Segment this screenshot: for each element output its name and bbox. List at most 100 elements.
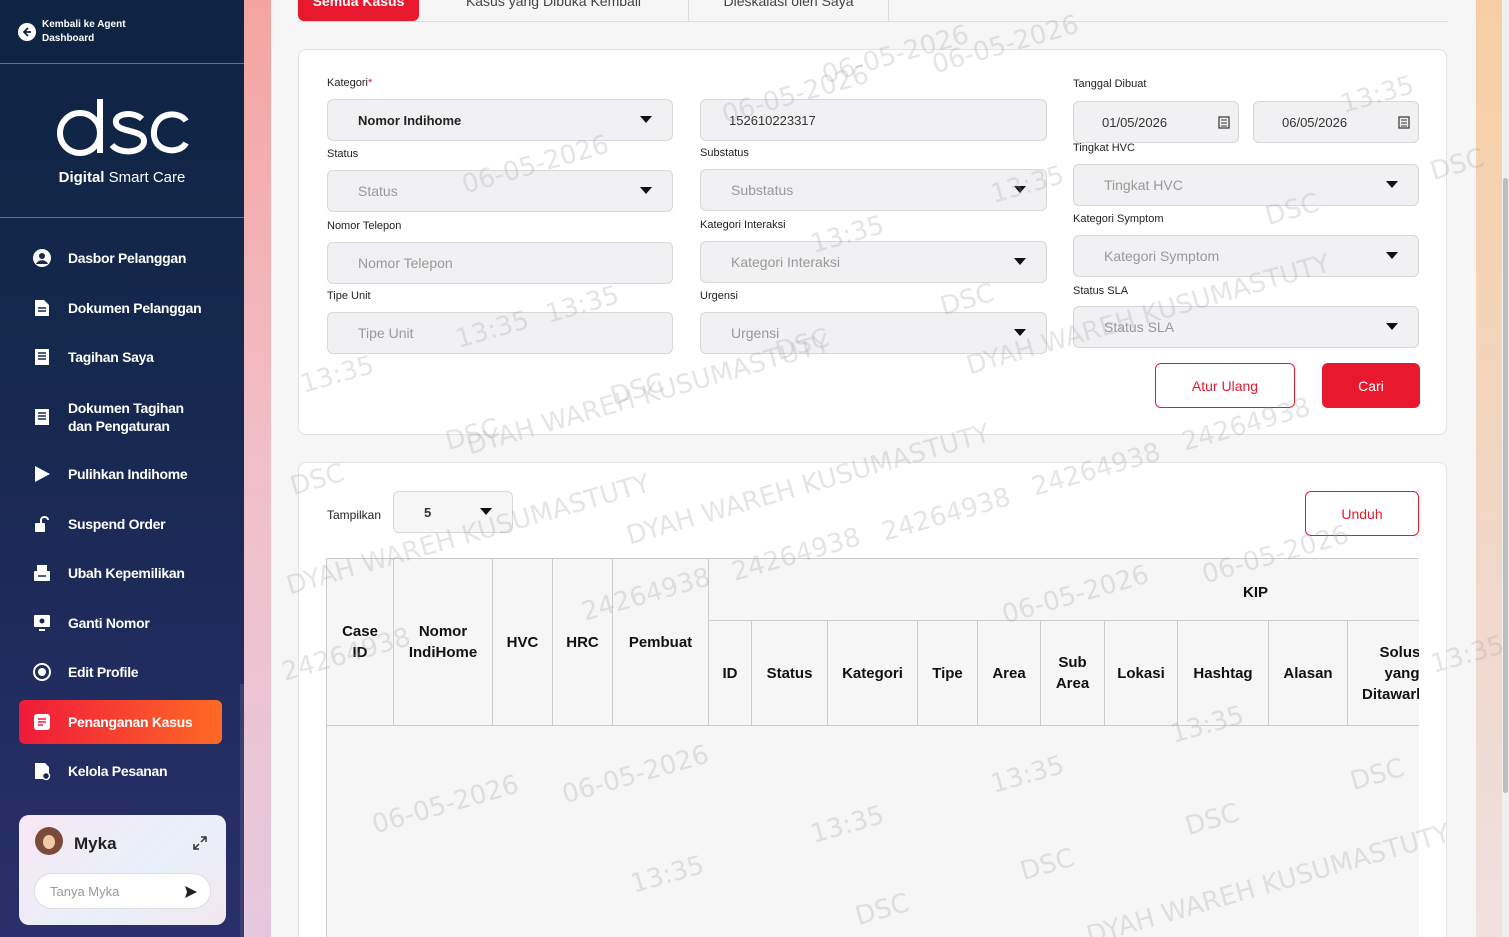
nomor-indihome-input[interactable]: 152610223317 bbox=[700, 99, 1047, 141]
bill-icon bbox=[31, 346, 53, 368]
telepon-label: Nomor Telepon bbox=[327, 220, 402, 232]
sla-label: Status SLA bbox=[1073, 285, 1129, 297]
sla-select[interactable]: Status SLA bbox=[1073, 306, 1419, 348]
user-circle-icon bbox=[31, 247, 53, 269]
symptom-label: Kategori Symptom bbox=[1073, 213, 1164, 225]
case-icon bbox=[31, 711, 53, 733]
col-pembuat: Pembuat bbox=[613, 559, 709, 726]
hvc-select[interactable]: Tingkat HVC bbox=[1073, 164, 1419, 206]
chevron-down-icon bbox=[1386, 323, 1398, 330]
chevron-down-icon bbox=[1386, 252, 1398, 259]
brand-text: Digital Smart Care bbox=[58, 169, 186, 186]
bill-settings-icon bbox=[31, 406, 53, 428]
col-kip-solusi: Solusi yang Ditawarkan bbox=[1348, 621, 1419, 726]
cases-table: Case ID Nomor IndiHome HVC HRC Pembuat K… bbox=[326, 558, 1419, 937]
decorative-edge-left bbox=[244, 0, 271, 937]
order-icon bbox=[31, 760, 53, 782]
filter-card: Kategori* Nomor Indihome 152610223317 Ta… bbox=[298, 49, 1447, 435]
chevron-down-icon bbox=[640, 116, 652, 123]
arrow-left-icon bbox=[18, 22, 36, 41]
phone-screen-icon bbox=[31, 612, 53, 634]
col-kip-tipe: Tipe bbox=[918, 621, 978, 726]
status-label: Status bbox=[327, 148, 359, 160]
tab-dieskalasi-oleh-saya[interactable]: Dieskalasi oleh Saya bbox=[689, 0, 889, 21]
kategori-select[interactable]: Nomor Indihome bbox=[327, 99, 673, 141]
telepon-input[interactable]: Nomor Telepon bbox=[327, 242, 673, 284]
col-kip-hashtag: Hashtag bbox=[1178, 621, 1269, 726]
chevron-down-icon bbox=[640, 187, 652, 194]
tab-semua-kasus[interactable]: Semua Kasus bbox=[298, 0, 419, 21]
reset-button[interactable]: Atur Ulang bbox=[1155, 363, 1295, 408]
headset-icon bbox=[31, 661, 53, 683]
tanggal-label: Tanggal Dibuat bbox=[1073, 78, 1147, 90]
myka-chat-input[interactable]: Tanya Myka bbox=[34, 873, 211, 909]
page-scrollbar[interactable] bbox=[1502, 0, 1509, 937]
myka-assistant-widget: Myka Tanya Myka bbox=[19, 815, 226, 925]
myka-name: Myka bbox=[74, 834, 117, 853]
back-label: Kembali ke Agent Dashboard bbox=[42, 18, 126, 44]
transfer-icon bbox=[31, 562, 53, 584]
urgensi-select[interactable]: Urgensi bbox=[700, 312, 1047, 354]
sidebar-item-dokumen-pelanggan[interactable]: Dokumen Pelanggan bbox=[19, 286, 222, 330]
status-select[interactable]: Status bbox=[327, 170, 673, 212]
urgensi-label: Urgensi bbox=[700, 290, 738, 302]
chevron-down-icon bbox=[1386, 181, 1398, 188]
avatar bbox=[35, 827, 63, 855]
sidebar-item-ubah-kepemilikan[interactable]: Ubah Kepemilikan bbox=[19, 551, 222, 595]
unlock-icon bbox=[31, 513, 53, 535]
decorative-edge-right bbox=[1476, 0, 1502, 937]
symptom-select[interactable]: Kategori Symptom bbox=[1073, 235, 1419, 277]
col-hrc: HRC bbox=[553, 559, 613, 726]
sidebar-item-penanganan-kasus[interactable]: Penanganan Kasus bbox=[19, 700, 222, 744]
col-kip-alasan: Alasan bbox=[1269, 621, 1348, 726]
expand-icon[interactable] bbox=[192, 835, 208, 851]
col-kip-group: KIP bbox=[709, 559, 1419, 621]
scrollbar-thumb[interactable] bbox=[1503, 178, 1508, 793]
col-kip-sub-area: Sub Area bbox=[1041, 621, 1105, 726]
hvc-label: Tingkat HVC bbox=[1073, 142, 1135, 154]
send-icon[interactable] bbox=[184, 885, 198, 899]
sidebar-item-ganti-nomor[interactable]: Ganti Nomor bbox=[19, 601, 222, 645]
tipe-unit-label: Tipe Unit bbox=[327, 290, 371, 302]
search-button[interactable]: Cari bbox=[1322, 363, 1420, 408]
col-kip-id: ID bbox=[709, 621, 752, 726]
tab-kasus-dibuka-kembali[interactable]: Kasus yang Dibuka Kembali bbox=[419, 0, 689, 21]
sidebar-item-dokumen-tagihan[interactable]: Dokumen Tagihan dan Pengaturan bbox=[19, 385, 222, 449]
calendar-icon[interactable] bbox=[1218, 115, 1230, 129]
sidebar-item-edit-profile[interactable]: Edit Profile bbox=[19, 650, 222, 694]
chevron-down-icon bbox=[1014, 258, 1026, 265]
sidebar-item-tagihan-saya[interactable]: Tagihan Saya bbox=[19, 335, 222, 379]
col-case-id: Case ID bbox=[327, 559, 394, 726]
substatus-label: Substatus bbox=[700, 147, 749, 159]
case-tabs: Semua Kasus Kasus yang Dibuka Kembali Di… bbox=[298, 0, 1448, 22]
col-kip-kategori: Kategori bbox=[828, 621, 918, 726]
interaksi-select[interactable]: Kategori Interaksi bbox=[700, 241, 1047, 283]
kategori-label: Kategori* bbox=[327, 77, 373, 89]
tipe-unit-input[interactable]: Tipe Unit bbox=[327, 312, 673, 354]
col-hvc: HVC bbox=[493, 559, 553, 726]
chevron-down-icon bbox=[480, 508, 492, 515]
col-nomor-indihome: Nomor IndiHome bbox=[394, 559, 493, 726]
substatus-select[interactable]: Substatus bbox=[700, 169, 1047, 211]
col-kip-lokasi: Lokasi bbox=[1105, 621, 1178, 726]
chevron-down-icon bbox=[1014, 186, 1026, 193]
play-icon bbox=[31, 463, 53, 485]
sidebar-item-dasbor-pelanggan[interactable]: Dasbor Pelanggan bbox=[19, 236, 222, 280]
show-label: Tampilkan bbox=[327, 508, 382, 522]
col-kip-status: Status bbox=[752, 621, 828, 726]
back-to-dashboard-link[interactable]: Kembali ke Agent Dashboard bbox=[0, 0, 244, 64]
date-start-input[interactable]: 01/05/2026 bbox=[1073, 101, 1239, 143]
col-kip-area: Area bbox=[978, 621, 1041, 726]
page-size-select[interactable]: 5 bbox=[393, 491, 513, 533]
main-content: Semua Kasus Kasus yang Dibuka Kembali Di… bbox=[271, 0, 1476, 937]
logo: Digital Smart Care bbox=[0, 64, 244, 218]
sidebar-item-suspend-order[interactable]: Suspend Order bbox=[19, 502, 222, 546]
calendar-icon[interactable] bbox=[1398, 115, 1410, 129]
sidebar-item-pulihkan-indihome[interactable]: Pulihkan Indihome bbox=[19, 452, 222, 496]
sidebar-item-kelola-pesanan[interactable]: Kelola Pesanan bbox=[19, 749, 222, 793]
date-end-input[interactable]: 06/05/2026 bbox=[1253, 101, 1419, 143]
download-button[interactable]: Unduh bbox=[1305, 491, 1419, 536]
chevron-down-icon bbox=[1014, 329, 1026, 336]
interaksi-label: Kategori Interaksi bbox=[700, 219, 786, 231]
sidebar: Kembali ke Agent Dashboard Digital Smart… bbox=[0, 0, 244, 937]
